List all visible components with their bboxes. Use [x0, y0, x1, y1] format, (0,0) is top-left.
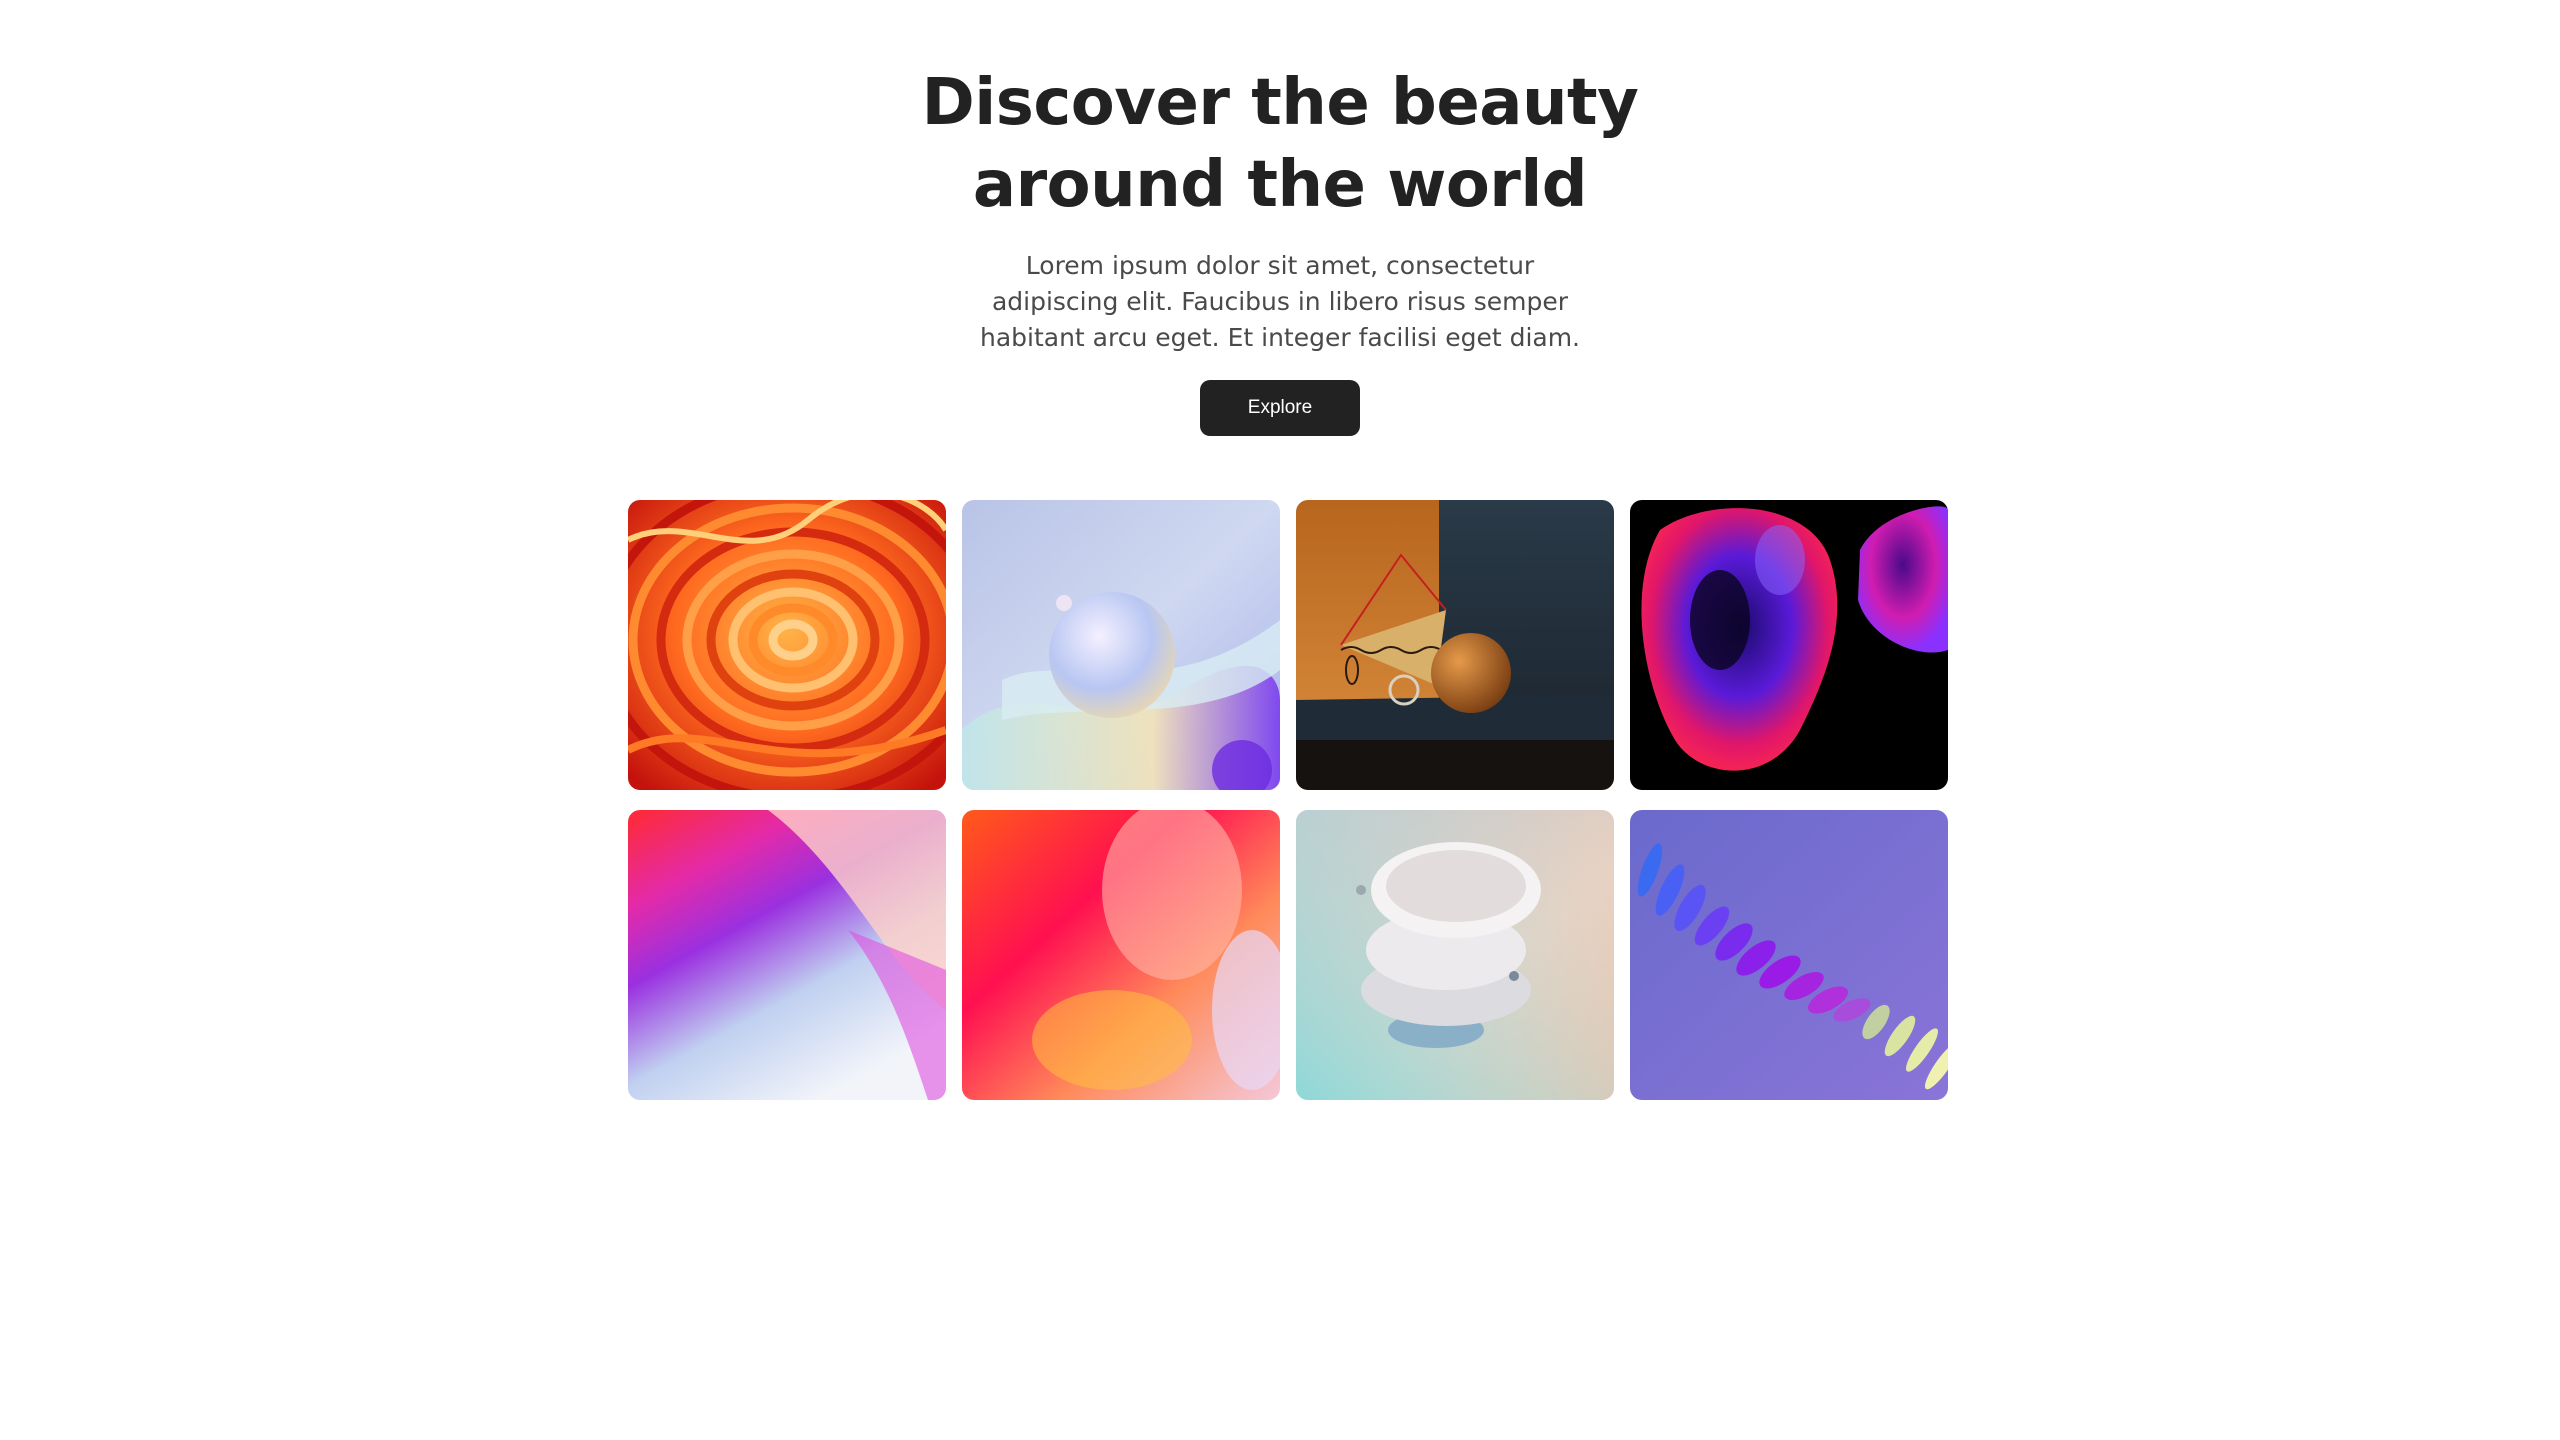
- red-orange-blur-image[interactable]: [962, 810, 1280, 1100]
- white-discs-sculpture-image[interactable]: [1296, 810, 1614, 1100]
- title-line-1: Discover the beauty: [921, 66, 1639, 140]
- title-line-2: around the world: [972, 148, 1588, 222]
- page-title: Discover the beauty around the world: [880, 62, 1680, 226]
- pink-purple-gradient-image[interactable]: [628, 810, 946, 1100]
- hero-description: Lorem ipsum dolor sit amet, consectetur …: [979, 251, 1581, 352]
- neon-blob-image[interactable]: [1630, 500, 1948, 790]
- orange-paper-swirl-image[interactable]: [628, 500, 946, 790]
- orange-room-still-life-image[interactable]: [1296, 500, 1614, 790]
- pastel-sphere-image[interactable]: [962, 500, 1280, 790]
- purple-spiral-ribbon-image[interactable]: [1630, 810, 1948, 1100]
- image-gallery: [628, 500, 1948, 1100]
- explore-button[interactable]: Explore: [1200, 380, 1360, 436]
